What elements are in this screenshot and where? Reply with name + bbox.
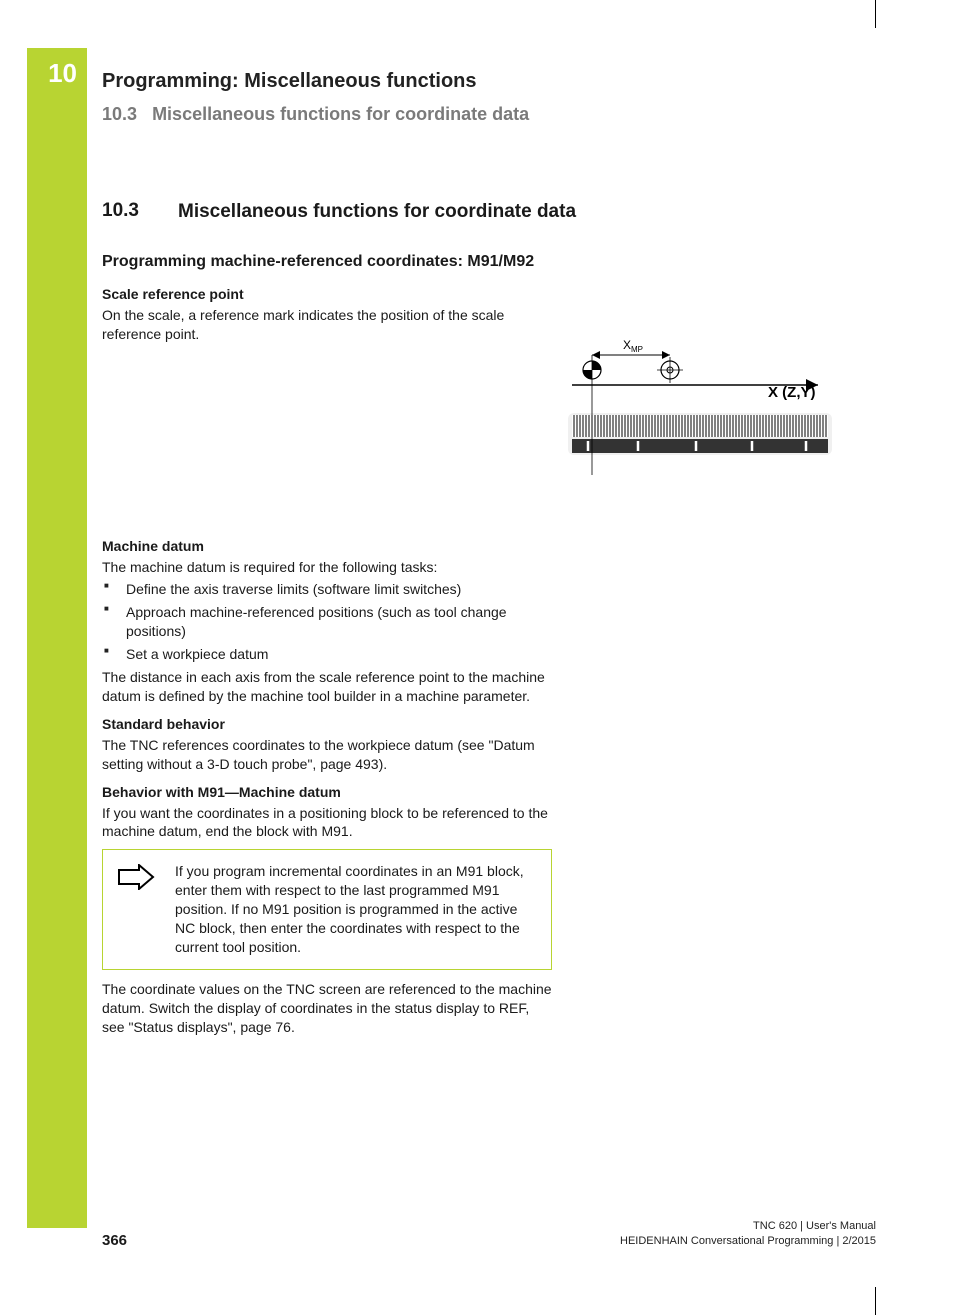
diagram-axis-label: X (Z,Y) — [768, 384, 816, 401]
body-text: If you want the coordinates in a positio… — [102, 804, 552, 842]
crop-mark — [875, 1287, 876, 1315]
page-footer: 366 TNC 620 | User's Manual HEIDENHAIN C… — [102, 1219, 876, 1249]
subheading-standard: Standard behavior — [102, 716, 552, 732]
subheading-machine-datum: Machine datum — [102, 538, 552, 554]
list-item: Set a workpiece datum — [122, 645, 552, 664]
breadcrumb-num: 10.3 — [102, 104, 137, 124]
body-text: The TNC references coordinates to the wo… — [102, 736, 552, 774]
chapter-number: 10 — [27, 58, 87, 89]
diagram-xmp-label: XMP — [623, 338, 643, 354]
document-page: 10 Programming: Miscellaneous functions … — [0, 0, 954, 1315]
arrow-right-icon — [117, 862, 157, 956]
page-number: 366 — [102, 1232, 127, 1249]
list-item: Approach machine-referenced positions (s… — [122, 603, 552, 641]
breadcrumb: 10.3 Miscellaneous functions for coordin… — [102, 104, 529, 125]
body-text: The machine datum is required for the fo… — [102, 558, 552, 577]
list-item: Define the axis traverse limits (softwar… — [122, 580, 552, 599]
crop-mark — [875, 0, 876, 28]
breadcrumb-title: Miscellaneous functions for coordinate d… — [152, 104, 529, 124]
section-title: Miscellaneous functions for coordinate d… — [178, 200, 576, 224]
footer-line1: TNC 620 | User's Manual — [620, 1219, 876, 1234]
note-box: If you program incremental coordinates i… — [102, 849, 552, 969]
footer-meta: TNC 620 | User's Manual HEIDENHAIN Conve… — [620, 1219, 876, 1249]
content-area: 10.3 Miscellaneous functions for coordin… — [102, 200, 842, 1040]
section-heading: 10.3 Miscellaneous functions for coordin… — [102, 200, 842, 224]
chapter-title: Programming: Miscellaneous functions — [102, 70, 477, 93]
subheading-scale-ref: Scale reference point — [102, 286, 552, 302]
subheading-m91: Behavior with M91—Machine datum — [102, 784, 552, 800]
body-text: On the scale, a reference mark indicates… — [102, 306, 552, 344]
note-text: If you program incremental coordinates i… — [175, 862, 537, 956]
section-number: 10.3 — [102, 200, 178, 224]
body-text: The coordinate values on the TNC screen … — [102, 980, 552, 1037]
bullet-list: Define the axis traverse limits (softwar… — [102, 580, 552, 664]
left-column: Scale reference point On the scale, a re… — [102, 286, 552, 1037]
body-text: The distance in each axis from the scale… — [102, 668, 552, 706]
chapter-sidebar — [27, 48, 87, 1228]
footer-line2: HEIDENHAIN Conversational Programming | … — [620, 1234, 876, 1249]
diagram-scale: XMP X (Z,Y) — [568, 335, 838, 490]
subheading-a: Programming machine-referenced coordinat… — [102, 252, 842, 272]
